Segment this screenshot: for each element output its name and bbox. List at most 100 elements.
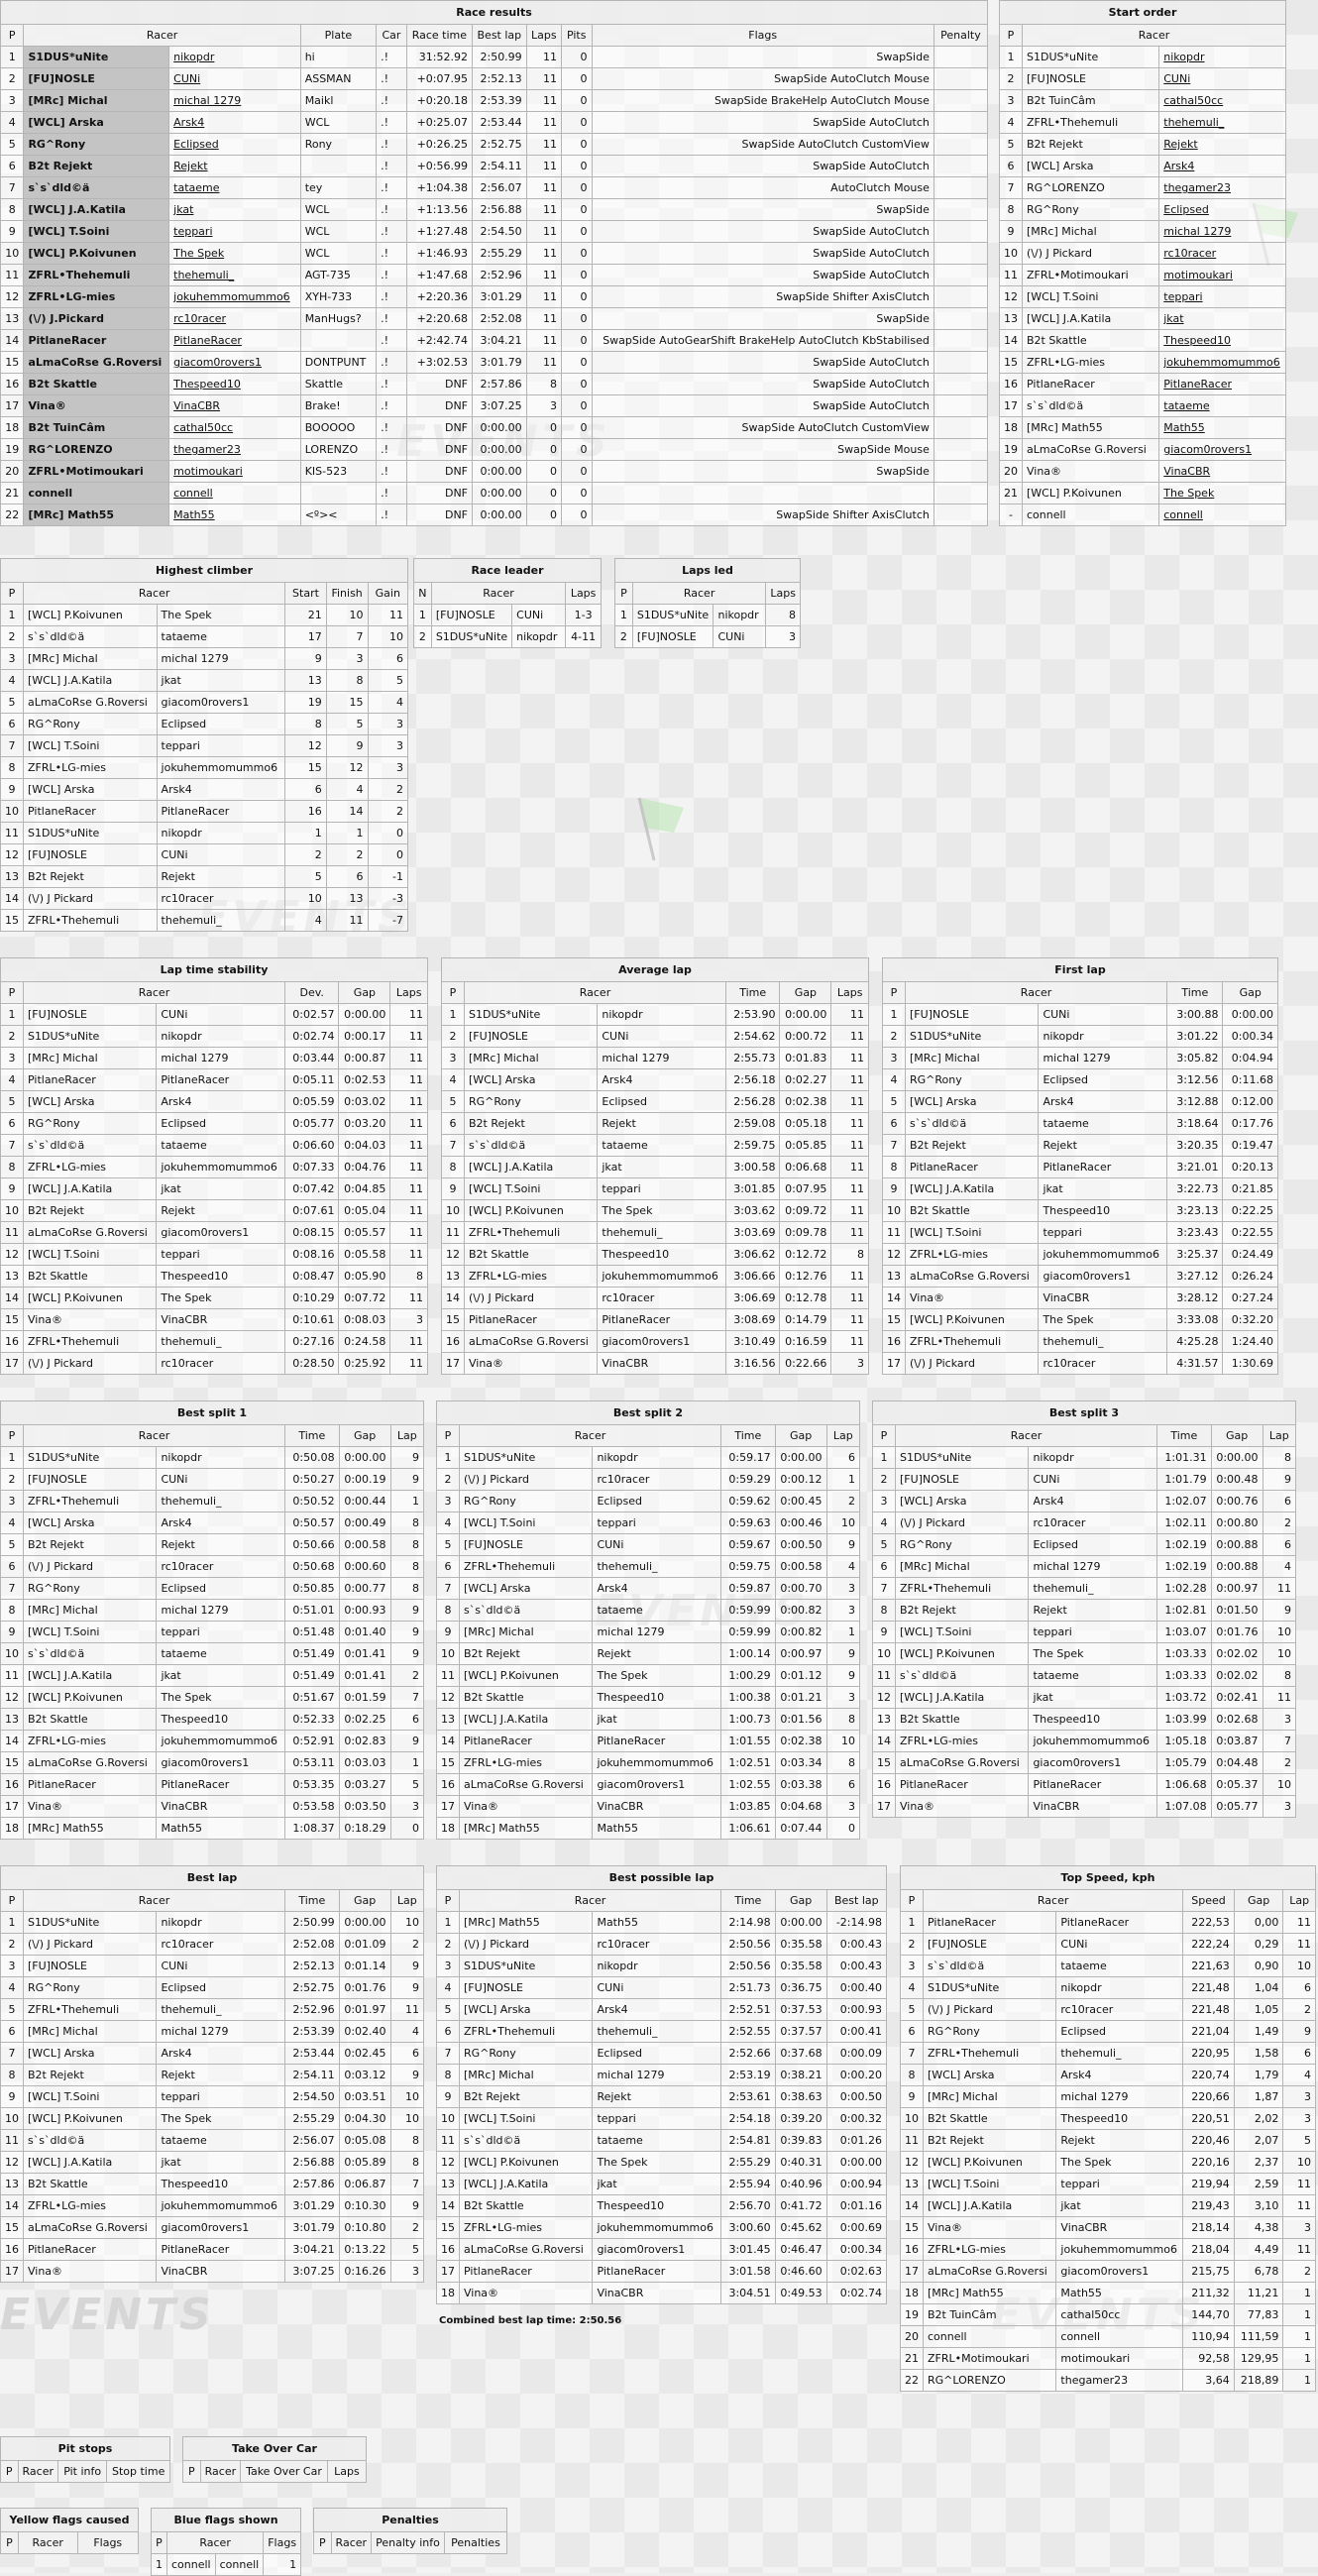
- racer-username-link[interactable]: giacom0rovers1: [1028, 1751, 1158, 1774]
- racer-username-link[interactable]: nikopdr: [156, 1446, 286, 1469]
- racer-username-link[interactable]: jokuhemmomummo6: [1038, 1243, 1168, 1266]
- column-header[interactable]: Racer: [430, 582, 567, 605]
- column-header[interactable]: Racer: [17, 2460, 58, 2483]
- column-header[interactable]: Racer: [458, 1424, 722, 1447]
- column-header[interactable]: Racer: [23, 981, 285, 1004]
- column-header[interactable]: P: [0, 1424, 24, 1447]
- racer-username-link[interactable]: The Spek: [1038, 1308, 1168, 1331]
- racer-username-link[interactable]: Math55: [592, 1911, 722, 1934]
- racer-username-link[interactable]: Eclipsed: [156, 1577, 286, 1600]
- column-header[interactable]: Time: [724, 981, 781, 1004]
- racer-username-link[interactable]: giacom0rovers1: [1038, 1265, 1168, 1288]
- racer-username-link[interactable]: Thespeed10: [597, 1243, 726, 1266]
- racer-username-link[interactable]: michal 1279: [597, 1047, 726, 1069]
- racer-username-link[interactable]: tataeme: [592, 1599, 722, 1622]
- racer-username-link[interactable]: nikopdr: [156, 1911, 286, 1934]
- racer-username-link[interactable]: jokuhemmomummo6: [1028, 1730, 1158, 1752]
- racer-username-link[interactable]: Rejekt: [1038, 1134, 1168, 1157]
- racer-username-link[interactable]: Arsk4: [1055, 2064, 1184, 2086]
- racer-username-link[interactable]: CUNi: [1158, 67, 1286, 90]
- racer-username-link[interactable]: jkat: [1038, 1177, 1168, 1200]
- racer-username-link[interactable]: thegamer23: [1158, 176, 1286, 199]
- racer-username-link[interactable]: rc10racer: [1038, 1352, 1168, 1375]
- column-header[interactable]: Racer: [330, 2531, 373, 2554]
- racer-username-link[interactable]: michal 1279: [156, 1047, 285, 1069]
- racer-username-link[interactable]: The Spek: [156, 2107, 286, 2130]
- column-header[interactable]: Racer: [22, 1889, 286, 1912]
- racer-username-link[interactable]: teppari: [1158, 285, 1286, 308]
- racer-username-link[interactable]: The Spek: [168, 242, 301, 265]
- racer-username-link[interactable]: teppari: [156, 1621, 286, 1643]
- racer-username-link[interactable]: nikopdr: [156, 1025, 285, 1048]
- racer-username-link[interactable]: VinaCBR: [597, 1352, 726, 1375]
- racer-username-link[interactable]: giacom0rovers1: [156, 1751, 286, 1774]
- racer-username-link[interactable]: giacom0rovers1: [156, 1221, 285, 1244]
- racer-username-link[interactable]: tataeme: [592, 2129, 722, 2152]
- column-header[interactable]: Best lap: [472, 24, 527, 47]
- racer-username-link[interactable]: VinaCBR: [1158, 460, 1286, 483]
- racer-username-link[interactable]: Eclipsed: [1055, 2020, 1184, 2043]
- column-header[interactable]: Racer: [458, 1889, 722, 1912]
- racer-username-link[interactable]: CUNi: [511, 604, 567, 626]
- column-header[interactable]: Take Over Car: [240, 2460, 328, 2483]
- column-header[interactable]: Racer: [23, 24, 301, 47]
- racer-username-link[interactable]: Rejekt: [156, 2064, 286, 2086]
- column-header[interactable]: Car: [376, 24, 407, 47]
- racer-username-link[interactable]: Arsk4: [168, 111, 301, 134]
- column-header[interactable]: Racer: [1022, 24, 1286, 47]
- column-header[interactable]: Time: [1156, 1424, 1212, 1447]
- racer-username-link[interactable]: rc10racer: [156, 887, 286, 910]
- racer-username-link[interactable]: tataeme: [1055, 1955, 1184, 1977]
- racer-username-link[interactable]: PitlaneRacer: [156, 1068, 285, 1091]
- racer-username-link[interactable]: VinaCBR: [1055, 2216, 1184, 2239]
- racer-username-link[interactable]: The Spek: [156, 1287, 285, 1309]
- racer-username-link[interactable]: michal 1279: [1158, 220, 1286, 243]
- racer-username-link[interactable]: Rejekt: [592, 1642, 722, 1665]
- column-header[interactable]: Pits: [560, 24, 593, 47]
- column-header[interactable]: Racer: [22, 582, 286, 605]
- column-header[interactable]: Lap: [1282, 1889, 1316, 1912]
- racer-username-link[interactable]: Thespeed10: [592, 2194, 722, 2217]
- racer-username-link[interactable]: tataeme: [156, 1134, 285, 1157]
- racer-username-link[interactable]: Arsk4: [1028, 1490, 1158, 1512]
- racer-username-link[interactable]: VinaCBR: [156, 2260, 286, 2283]
- column-header[interactable]: Racer: [922, 1889, 1184, 1912]
- racer-username-link[interactable]: CUNi: [1055, 1933, 1184, 1956]
- column-header[interactable]: P: [182, 2460, 201, 2483]
- column-header[interactable]: P: [0, 2460, 19, 2483]
- racer-username-link[interactable]: Math55: [1055, 2282, 1184, 2304]
- racer-username-link[interactable]: thehemuli_: [156, 1998, 286, 2021]
- racer-username-link[interactable]: rc10racer: [1028, 1512, 1158, 1534]
- racer-username-link[interactable]: Arsk4: [597, 1068, 726, 1091]
- racer-username-link[interactable]: The Spek: [1028, 1642, 1158, 1665]
- column-header[interactable]: Start: [284, 582, 327, 605]
- racer-username-link[interactable]: thehemuli_: [1038, 1330, 1168, 1353]
- racer-username-link[interactable]: connell: [1158, 504, 1286, 526]
- racer-username-link[interactable]: thehemuli_: [597, 1221, 726, 1244]
- racer-username-link[interactable]: teppari: [1038, 1221, 1168, 1244]
- racer-username-link[interactable]: CUNi: [713, 625, 767, 648]
- racer-username-link[interactable]: PitlaneRacer: [592, 2260, 722, 2283]
- racer-username-link[interactable]: VinaCBR: [156, 1308, 285, 1331]
- column-header[interactable]: Lap: [1262, 1424, 1297, 1447]
- column-header[interactable]: Gap: [1222, 981, 1278, 1004]
- column-header[interactable]: Time: [284, 1889, 340, 1912]
- racer-username-link[interactable]: CUNi: [156, 1468, 286, 1491]
- racer-username-link[interactable]: Math55: [156, 1817, 286, 1840]
- racer-username-link[interactable]: Eclipsed: [156, 1112, 285, 1135]
- column-header[interactable]: Time: [720, 1424, 776, 1447]
- racer-username-link[interactable]: CUNi: [592, 1976, 722, 1999]
- column-header[interactable]: P: [0, 1889, 24, 1912]
- racer-username-link[interactable]: teppari: [156, 2085, 286, 2108]
- racer-username-link[interactable]: cathal50cc: [168, 416, 301, 439]
- racer-username-link[interactable]: Arsk4: [592, 1577, 722, 1600]
- racer-username-link[interactable]: CUNi: [156, 1003, 285, 1026]
- racer-username-link[interactable]: tataeme: [1028, 1664, 1158, 1687]
- racer-username-link[interactable]: thehemuli_: [592, 1555, 722, 1578]
- racer-username-link[interactable]: nikopdr: [597, 1003, 726, 1026]
- racer-username-link[interactable]: Rejekt: [1158, 133, 1286, 156]
- column-header[interactable]: P: [0, 2531, 19, 2554]
- racer-username-link[interactable]: michal 1279: [156, 2020, 286, 2043]
- column-header[interactable]: Time: [720, 1889, 776, 1912]
- column-header[interactable]: Gap: [1233, 1889, 1284, 1912]
